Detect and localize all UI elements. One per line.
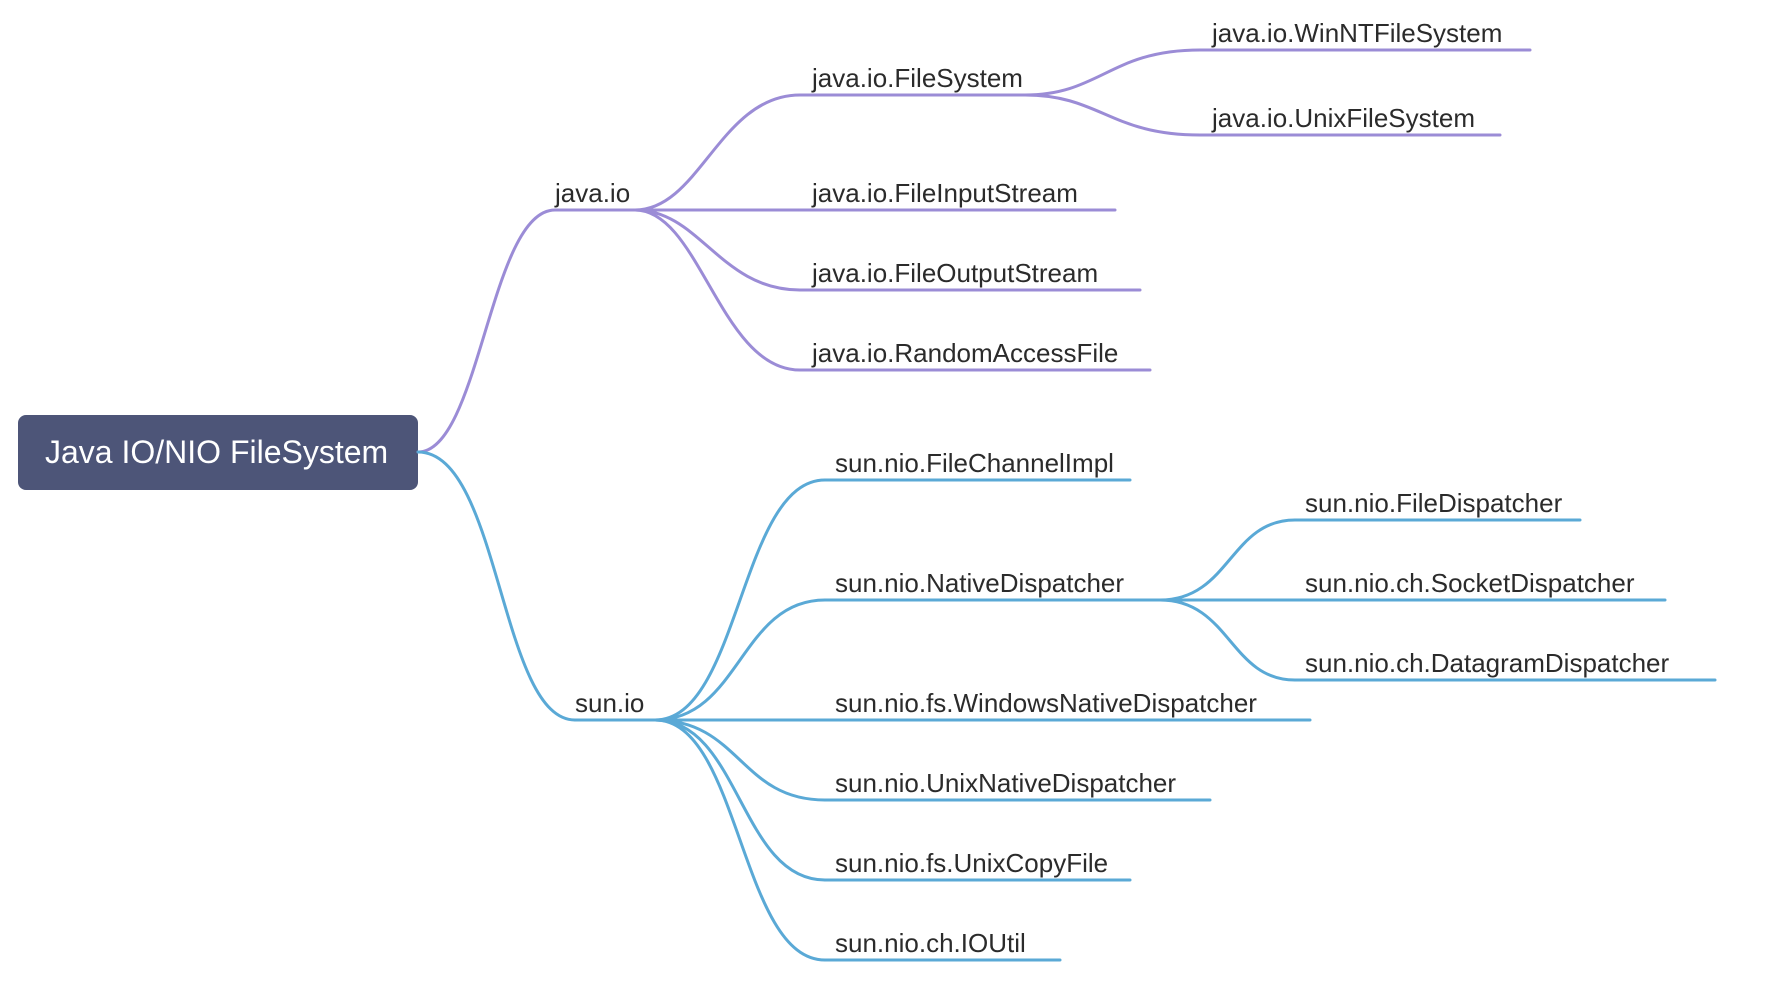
root-node[interactable]: Java IO/NIO FileSystem xyxy=(18,415,418,490)
node-sd[interactable]: sun.nio.ch.SocketDispatcher xyxy=(1305,568,1635,598)
node-raf[interactable]: java.io.RandomAccessFile xyxy=(811,338,1118,368)
node-dd[interactable]: sun.nio.ch.DatagramDispatcher xyxy=(1305,648,1670,678)
root-label: Java IO/NIO FileSystem xyxy=(45,434,388,470)
connector-sunio-und xyxy=(655,720,825,800)
connector-nd-dd xyxy=(1160,600,1295,680)
node-fos[interactable]: java.io.FileOutputStream xyxy=(811,258,1098,288)
connector-filesystem-winnt xyxy=(1025,50,1200,95)
connector-javaio-filesystem xyxy=(635,95,800,210)
node-wnd[interactable]: sun.nio.fs.WindowsNativeDispatcher xyxy=(835,688,1257,718)
node-fis[interactable]: java.io.FileInputStream xyxy=(811,178,1078,208)
connector-filesystem-unix xyxy=(1025,95,1200,135)
node-fd[interactable]: sun.nio.FileDispatcher xyxy=(1305,488,1563,518)
connector-sunio-ioutil xyxy=(655,720,825,960)
connector-root-javaio xyxy=(418,210,555,452)
connector-sunio-fci xyxy=(655,480,825,720)
connector-nd-fd xyxy=(1160,520,1295,600)
node-winnt[interactable]: java.io.WinNTFileSystem xyxy=(1211,18,1502,48)
connector-sunio-ucf xyxy=(655,720,825,880)
node-unixfs[interactable]: java.io.UnixFileSystem xyxy=(1211,103,1475,133)
node-fci[interactable]: sun.nio.FileChannelImpl xyxy=(835,448,1114,478)
node-filesystem[interactable]: java.io.FileSystem xyxy=(811,63,1023,93)
node-nd[interactable]: sun.nio.NativeDispatcher xyxy=(835,568,1124,598)
connector-sunio-nd xyxy=(655,600,825,720)
connector-root-sunio xyxy=(418,452,575,720)
node-ioutil[interactable]: sun.nio.ch.IOUtil xyxy=(835,928,1026,958)
node-und[interactable]: sun.nio.UnixNativeDispatcher xyxy=(835,768,1176,798)
node-sunio[interactable]: sun.io xyxy=(575,688,644,718)
connector-javaio-raf xyxy=(635,210,800,370)
node-ucf[interactable]: sun.nio.fs.UnixCopyFile xyxy=(835,848,1108,878)
node-javaio[interactable]: java.io xyxy=(554,178,630,208)
connector-javaio-fos xyxy=(635,210,800,290)
